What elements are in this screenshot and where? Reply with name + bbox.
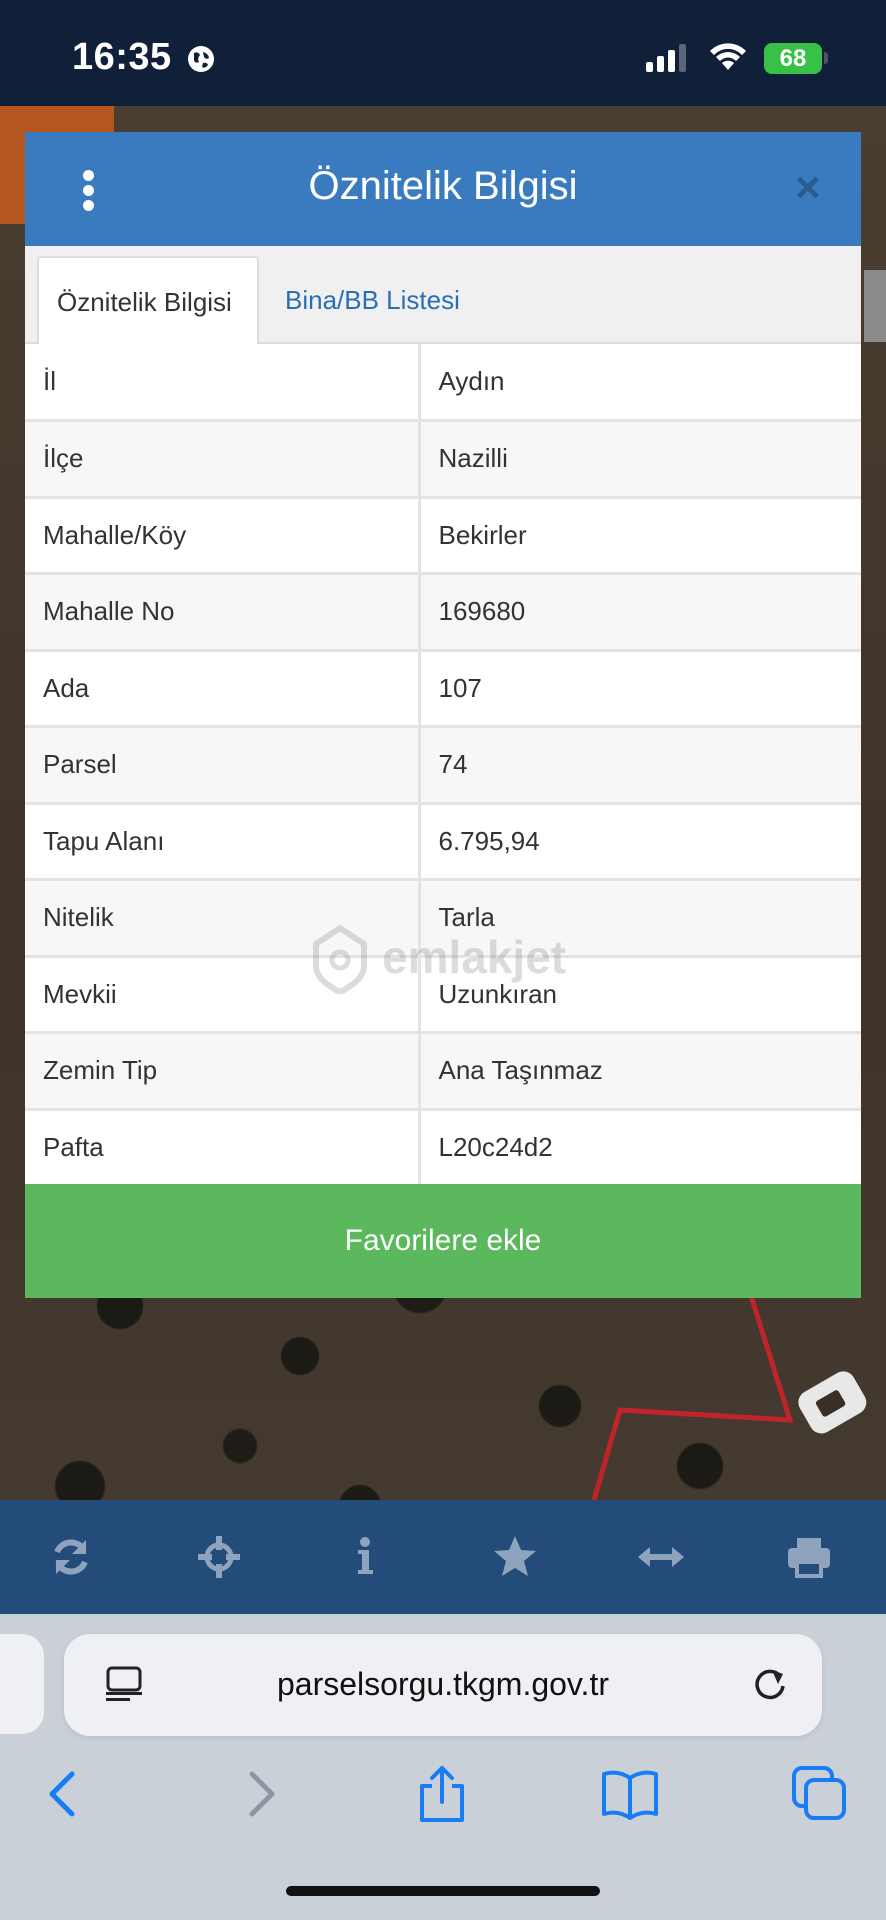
print-icon[interactable] <box>782 1530 836 1584</box>
globe-icon <box>186 44 216 79</box>
row-value: 6.795,94 <box>419 803 861 881</box>
row-value: Bekirler <box>419 497 861 575</box>
refresh-icon[interactable] <box>44 1530 98 1584</box>
row-value: 169680 <box>419 573 861 652</box>
attribute-table: İl Aydın İlçe Nazilli Mahalle/Köy Bekirl… <box>25 344 861 1187</box>
row-value: Ana Taşınmaz <box>419 1032 861 1111</box>
map-toolbar <box>0 1500 886 1614</box>
table-row: Zemin Tip Ana Taşınmaz <box>25 1032 861 1111</box>
row-value: 74 <box>419 726 861 805</box>
reload-icon[interactable] <box>750 1664 790 1709</box>
status-bar: 16:35 68 <box>0 0 886 106</box>
tab-building-list[interactable]: Bina/BB Listesi <box>267 256 478 344</box>
modal-title: Öznitelik Bilgisi <box>308 164 578 208</box>
map-scroll-handle <box>864 270 886 342</box>
table-row: İl Aydın <box>25 344 861 422</box>
row-value: Uzunkıran <box>419 956 861 1034</box>
wifi-icon <box>708 42 748 77</box>
parcel-boundary <box>591 1280 867 1500</box>
address-bar[interactable]: parselsorgu.tkgm.gov.tr <box>64 1634 822 1736</box>
share-icon[interactable] <box>412 1764 472 1824</box>
table-row: Mahalle No 169680 <box>25 573 861 652</box>
row-value: 107 <box>419 650 861 728</box>
home-indicator <box>286 1886 600 1896</box>
row-value: Nazilli <box>419 420 861 499</box>
browser-bar: parselsorgu.tkgm.gov.tr <box>0 1614 886 1920</box>
row-key: Parsel <box>25 726 421 805</box>
battery-level: 68 <box>764 43 822 74</box>
forward-icon[interactable] <box>228 1764 288 1824</box>
attribute-modal: Öznitelik Bilgisi × Öznitelik Bilgisi Bi… <box>25 132 861 1298</box>
crosshair-icon[interactable] <box>192 1530 246 1584</box>
previous-tab-preview[interactable] <box>0 1634 44 1734</box>
row-key: Tapu Alanı <box>25 803 421 881</box>
tab-attribute-info[interactable]: Öznitelik Bilgisi <box>37 256 259 344</box>
table-row: Parsel 74 <box>25 726 861 805</box>
row-key: Nitelik <box>25 879 421 958</box>
row-value: Tarla <box>419 879 861 958</box>
table-row: Ada 107 <box>25 650 861 728</box>
table-row: Pafta L20c24d2 <box>25 1109 861 1187</box>
row-key: İl <box>25 344 421 422</box>
row-key: Pafta <box>25 1109 421 1187</box>
table-row: İlçe Nazilli <box>25 420 861 499</box>
info-icon[interactable] <box>338 1530 392 1584</box>
battery-icon <box>824 52 828 64</box>
measure-icon[interactable] <box>634 1530 688 1584</box>
table-row: Mahalle/Köy Bekirler <box>25 497 861 575</box>
back-icon[interactable] <box>36 1764 96 1824</box>
close-icon[interactable]: × <box>795 166 821 210</box>
table-row: Tapu Alanı 6.795,94 <box>25 803 861 881</box>
row-key: İlçe <box>25 420 421 499</box>
row-value: L20c24d2 <box>419 1109 861 1187</box>
row-key: Ada <box>25 650 421 728</box>
tabs-icon[interactable] <box>790 1764 850 1824</box>
status-time: 16:35 <box>72 36 172 78</box>
row-value: Aydın <box>419 344 861 422</box>
star-icon[interactable] <box>488 1530 542 1584</box>
bookmarks-icon[interactable] <box>600 1764 660 1824</box>
row-key: Mahalle No <box>25 573 421 652</box>
modal-header: Öznitelik Bilgisi × <box>25 132 861 246</box>
table-row: Mevkii Uzunkıran <box>25 956 861 1034</box>
tabs-bar: Öznitelik Bilgisi Bina/BB Listesi <box>25 246 861 344</box>
row-key: Mevkii <box>25 956 421 1034</box>
signal-icon <box>646 44 690 77</box>
url-text: parselsorgu.tkgm.gov.tr <box>277 1666 609 1702</box>
row-key: Mahalle/Köy <box>25 497 421 575</box>
add-favorite-button[interactable]: Favorilere ekle <box>25 1184 861 1298</box>
table-row: Nitelik Tarla <box>25 879 861 958</box>
row-key: Zemin Tip <box>25 1032 421 1111</box>
